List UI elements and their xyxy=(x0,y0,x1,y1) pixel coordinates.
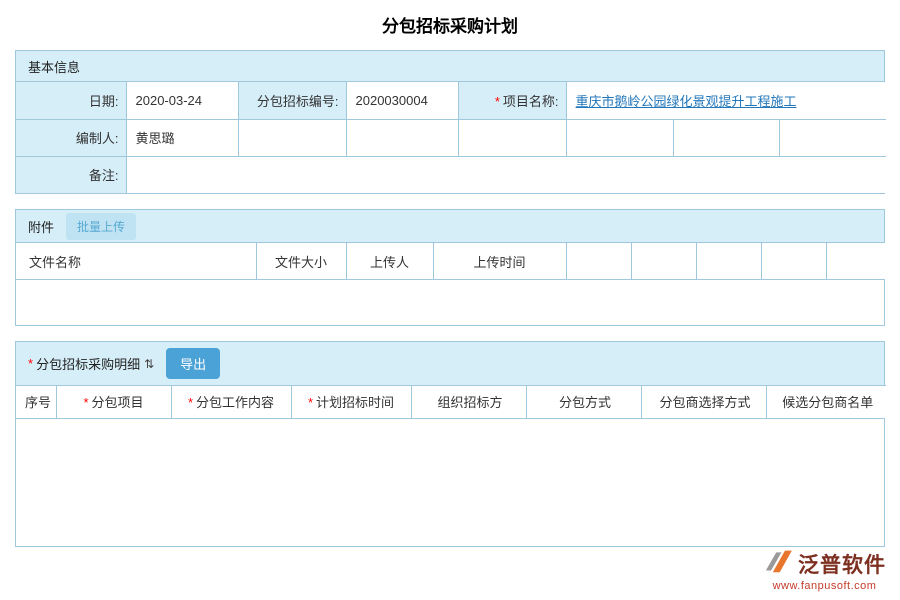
column-header-empty xyxy=(566,243,631,279)
column-header-subcontract-method-label: 分包方式 xyxy=(559,395,611,410)
project-name-link[interactable]: 重庆市鹅岭公园绿化景观提升工程施工 xyxy=(576,94,797,109)
project-name-cell: 重庆市鹅岭公园绿化景观提升工程施工 xyxy=(566,82,886,119)
date-value: 2020-03-24 xyxy=(126,82,238,119)
column-header-subcontract-project-label: 分包项目 xyxy=(92,395,144,410)
column-header-seq: 序号 xyxy=(16,386,56,418)
remark-value xyxy=(126,156,886,193)
compiler-value: 黄思璐 xyxy=(126,119,238,156)
column-header-empty xyxy=(826,243,886,279)
project-name-label-text: 项目名称: xyxy=(503,94,559,109)
page-title: 分包招标采购计划 xyxy=(0,0,900,50)
empty-cell xyxy=(458,119,566,156)
required-asterisk: * xyxy=(495,94,500,109)
column-header-selection-method: 分包商选择方式 xyxy=(641,386,766,418)
bid-number-value: 2020030004 xyxy=(346,82,458,119)
detail-section-header: * 分包招标采购明细 ⇅ 导出 xyxy=(16,342,884,385)
detail-section: * 分包招标采购明细 ⇅ 导出 序号 *分包项目 *分包工作内容 *计划招标时间… xyxy=(15,341,885,547)
empty-cell xyxy=(346,119,458,156)
column-header-work-content-label: 分包工作内容 xyxy=(196,395,274,410)
column-header-uploader: 上传人 xyxy=(346,243,433,279)
required-asterisk: * xyxy=(188,395,193,410)
empty-cell xyxy=(566,119,673,156)
column-header-empty xyxy=(761,243,826,279)
project-name-label: *项目名称: xyxy=(458,82,566,119)
fanpu-logo-row: 泛普软件 xyxy=(763,548,886,579)
column-header-organizer: 组织招标方 xyxy=(411,386,526,418)
basic-info-table: 日期: 2020-03-24 分包招标编号: 2020030004 *项目名称:… xyxy=(16,82,886,193)
column-header-file-name: 文件名称 xyxy=(16,243,256,279)
attachments-section: 附件 批量上传 文件名称 文件大小 上传人 上传时间 xyxy=(15,209,885,326)
basic-info-row-1: 日期: 2020-03-24 分包招标编号: 2020030004 *项目名称:… xyxy=(16,82,886,119)
column-header-empty xyxy=(631,243,696,279)
column-header-planned-bid-time-label: 计划招标时间 xyxy=(316,395,394,410)
column-header-subcontract-method: 分包方式 xyxy=(526,386,641,418)
detail-table: 序号 *分包项目 *分包工作内容 *计划招标时间 组织招标方 分包方式 分包商选… xyxy=(16,385,886,418)
column-header-planned-bid-time: *计划招标时间 xyxy=(291,386,411,418)
sort-icon[interactable]: ⇅ xyxy=(144,357,154,371)
column-header-upload-time: 上传时间 xyxy=(433,243,566,279)
attachments-header-row: 文件名称 文件大小 上传人 上传时间 xyxy=(16,243,886,279)
batch-upload-button[interactable]: 批量上传 xyxy=(66,213,136,240)
attachments-section-title: 附件 xyxy=(28,217,54,236)
date-label: 日期: xyxy=(16,82,126,119)
detail-section-title: 分包招标采购明细 xyxy=(36,354,140,373)
empty-cell xyxy=(673,119,779,156)
attachments-empty-body xyxy=(16,279,884,325)
attachments-section-header: 附件 批量上传 xyxy=(16,210,884,243)
column-header-empty xyxy=(696,243,761,279)
required-asterisk: * xyxy=(308,395,313,410)
compiler-label: 编制人: xyxy=(16,119,126,156)
basic-info-row-2: 编制人: 黄思璐 xyxy=(16,119,886,156)
basic-info-section-title: 基本信息 xyxy=(28,57,80,76)
bid-number-label: 分包招标编号: xyxy=(238,82,346,119)
column-header-organizer-label: 组织招标方 xyxy=(437,395,502,410)
detail-empty-body xyxy=(16,418,884,546)
fanpu-logo-text: 泛普软件 xyxy=(798,549,886,579)
empty-cell xyxy=(238,119,346,156)
fanpu-website: www.fanpusoft.com xyxy=(763,580,886,592)
basic-info-section: 基本信息 日期: 2020-03-24 分包招标编号: 2020030004 *… xyxy=(15,50,885,194)
basic-info-row-3: 备注: xyxy=(16,156,886,193)
column-header-selection-method-label: 分包商选择方式 xyxy=(659,395,750,410)
required-asterisk: * xyxy=(28,356,33,371)
attachments-table: 文件名称 文件大小 上传人 上传时间 xyxy=(16,243,886,279)
column-header-seq-label: 序号 xyxy=(25,395,51,410)
detail-header-row: 序号 *分包项目 *分包工作内容 *计划招标时间 组织招标方 分包方式 分包商选… xyxy=(16,386,886,418)
basic-info-section-header: 基本信息 xyxy=(16,51,884,82)
column-header-candidate-list: 候选分包商名单 xyxy=(766,386,886,418)
column-header-subcontract-project: * 分包项目 xyxy=(56,386,171,418)
fanpu-logo: 泛普软件 www.fanpusoft.com xyxy=(763,548,886,592)
empty-cell xyxy=(779,119,886,156)
export-button[interactable]: 导出 xyxy=(166,348,220,379)
fanpu-logo-icon xyxy=(763,548,793,579)
required-asterisk: * xyxy=(83,395,88,410)
column-header-candidate-list-label: 候选分包商名单 xyxy=(782,395,873,410)
column-header-file-size: 文件大小 xyxy=(256,243,346,279)
remark-label: 备注: xyxy=(16,156,126,193)
column-header-work-content: *分包工作内容 xyxy=(171,386,291,418)
